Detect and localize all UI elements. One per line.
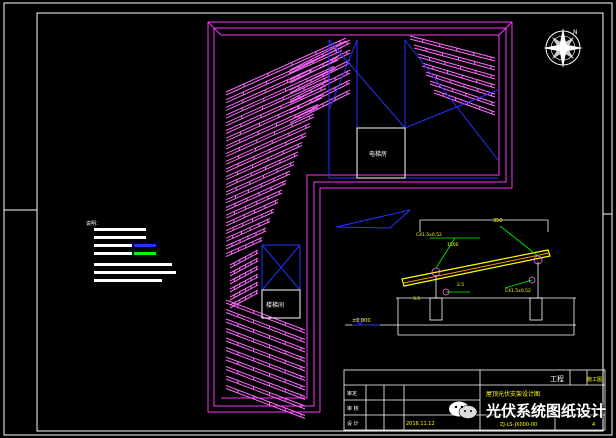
notes-heading: 说明： (86, 220, 101, 227)
title-check: 审 核 (347, 405, 359, 412)
watermark: 光伏系统图纸设计 (446, 398, 606, 422)
ground-level-mark: ±0.000 (352, 318, 380, 326)
ground-level-label: ±0.000 (352, 318, 371, 324)
note-line-5 (94, 263, 172, 266)
title-drawing-name: 屋顶光伏支架设计图 (486, 390, 540, 398)
note-line-6 (94, 271, 176, 274)
dim-label-top-left: 1500 (447, 242, 459, 248)
stair-room-label: 楼梯间 (266, 301, 284, 309)
note-line-4-highlight (134, 252, 156, 255)
bracket-section-detail: 350 C41.5x0.52 1500 C41.5x0.52 2.5 3.5 ±… (345, 218, 576, 336)
note-line-3 (94, 244, 132, 247)
title-sheet-no: 4 (592, 422, 595, 428)
elevator-room-label: 电梯房 (369, 150, 387, 158)
watermark-text: 光伏系统图纸设计 (486, 401, 607, 420)
title-stage-label: 施工图 (587, 376, 602, 383)
north-compass: N (543, 28, 583, 68)
note-line-2 (94, 236, 146, 239)
dim-label-left-lower: 3.5 (413, 296, 420, 302)
title-project-label: 工程 (550, 374, 564, 383)
title-approve: 审定 (347, 390, 357, 397)
building-outline (207, 21, 513, 413)
note-line-4 (94, 252, 132, 255)
title-date: 2016.11.12 (406, 421, 435, 427)
note-line-7 (94, 279, 162, 282)
notes-block: 说明： (86, 220, 176, 282)
cable-routing (261, 39, 499, 319)
title-drawing-no: ZJ-LS-JX000-00 (500, 422, 537, 428)
dim-label-top-center: 350 (493, 218, 503, 224)
dim-label-mid-left: C41.5x0.52 (416, 232, 442, 238)
cad-drawing-canvas: 电梯房 楼梯间 说明： 350 C41.5x0.52 1500 C41.5x0.… (3, 2, 613, 436)
compass-label: N (573, 29, 578, 36)
note-line-1 (94, 228, 146, 231)
dim-label-left-upper: 2.5 (457, 282, 464, 288)
title-design: 设 计 (347, 420, 359, 427)
note-line-3-highlight (134, 244, 156, 247)
wechat-icon (449, 401, 478, 419)
dim-label-mid-right: C41.5x0.52 (505, 288, 531, 294)
